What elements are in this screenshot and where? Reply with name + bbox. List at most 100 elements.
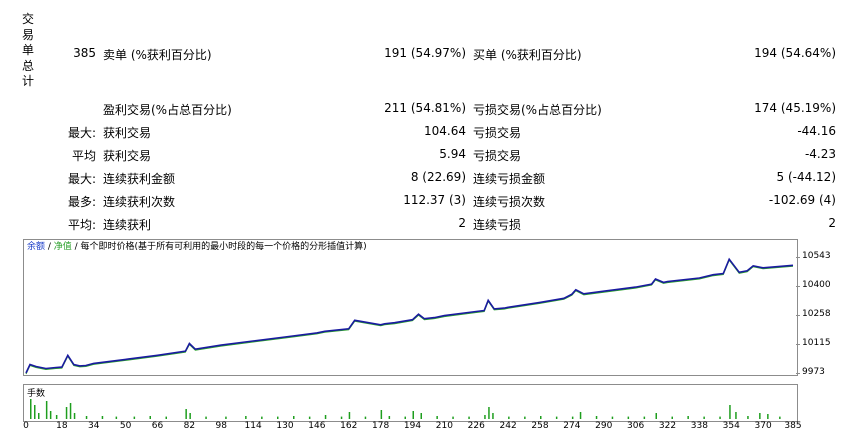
volume-bar	[277, 416, 279, 419]
sidebar-char: 总	[22, 58, 35, 73]
y-axis-tick	[796, 315, 800, 316]
y-axis-tick	[796, 344, 800, 346]
stat-row-value: -44.16	[797, 124, 836, 138]
x-axis-label: 322	[658, 421, 677, 431]
volume-bar	[245, 416, 247, 419]
volume-bar	[468, 416, 470, 419]
y-axis-label: 10400	[802, 280, 831, 291]
stat-row-value: 112.37 (3)	[403, 193, 466, 207]
volume-bar	[293, 416, 295, 419]
stat-row-value: 5.94	[439, 147, 466, 161]
volume-bar	[45, 401, 48, 419]
x-axis-label: 130	[276, 421, 294, 431]
volume-bar	[189, 413, 191, 419]
volume-bar	[719, 416, 721, 419]
stat-row-label: 连续获利金额	[103, 172, 176, 186]
volume-bar	[488, 407, 490, 419]
stat-row-value: 104.64	[424, 124, 466, 138]
x-axis-label: 258	[531, 421, 549, 431]
balance-chart: 余额 / 净值 / 每个即时价格(基于所有可利用的最小时段的每一个价格的分形插值…	[23, 239, 798, 376]
y-axis-label: 9973	[802, 367, 825, 377]
volume-bar	[492, 413, 494, 419]
x-axis-label: 354	[722, 421, 740, 431]
x-axis-label: 34	[88, 421, 100, 431]
volume-bar	[579, 412, 582, 419]
volume-bar	[595, 416, 598, 419]
x-axis-label: 338	[690, 421, 708, 431]
x-axis-label: 194	[403, 421, 422, 431]
volume-bar	[133, 416, 136, 419]
stat-row-label: 获利交易	[103, 149, 152, 163]
volume-bar	[115, 416, 118, 419]
sidebar-char: 易	[22, 27, 35, 42]
x-axis-label: 274	[563, 421, 581, 431]
sidebar-char: 计	[22, 74, 35, 88]
stat-row-prefix: 平均:	[67, 218, 96, 232]
loss-trades-label: 亏损交易(%占总百分比)	[473, 103, 602, 117]
volume-bar	[205, 416, 207, 419]
volume-bar	[261, 416, 263, 419]
volume-bar	[101, 416, 104, 419]
volume-bar	[30, 399, 32, 419]
volume-bar	[38, 413, 40, 419]
stat-row-value: 5 (-44.12)	[776, 170, 837, 184]
volume-bar	[627, 416, 630, 419]
volume-bar	[165, 416, 167, 419]
volume-bar	[436, 416, 438, 419]
volume-chart-plot	[30, 399, 781, 419]
stat-row-prefix: 最多:	[67, 195, 96, 209]
x-axis-label: 162	[340, 421, 358, 431]
stat-row-label: 亏损交易	[473, 149, 522, 163]
volume-bar	[643, 416, 646, 419]
volume-bar	[149, 416, 151, 419]
volume-bar	[324, 415, 327, 419]
volume-bar	[555, 416, 558, 419]
stat-row-label: 亏损交易	[473, 126, 522, 140]
stat-row-value: -4.23	[804, 147, 836, 161]
volume-bar	[524, 416, 526, 419]
stat-row-prefix: 平均	[71, 149, 96, 163]
long-positions-label: 买单 (%获利百分比)	[473, 48, 582, 62]
y-axis-tick	[796, 286, 800, 288]
volume-bar	[225, 416, 227, 419]
volume-bar	[759, 413, 761, 419]
y-axis-tick	[796, 257, 800, 258]
volume-bar	[767, 414, 769, 419]
volume-bar	[611, 416, 614, 419]
profit-trades-label: 盈利交易(%占总百分比)	[103, 103, 232, 117]
loss-trades-value: 174 (45.19%)	[754, 101, 836, 115]
x-axis-label: 146	[308, 421, 326, 431]
volume-bar	[364, 416, 367, 419]
volume-bar	[49, 411, 52, 419]
y-axis-label: 10115	[802, 338, 831, 349]
volume-bar	[687, 416, 689, 419]
volume-bar	[348, 412, 351, 419]
stat-row-label: 连续亏损次数	[473, 195, 546, 209]
total-trades-value: 385	[73, 46, 96, 60]
x-axis-label: 114	[244, 421, 262, 431]
x-axis-label: 50	[119, 421, 132, 431]
volume-bar	[420, 413, 422, 419]
volume-bar	[185, 409, 187, 419]
x-axis-label: 98	[215, 421, 227, 431]
x-axis-label: 82	[183, 421, 196, 431]
x-axis-label: 226	[467, 421, 485, 431]
volume-bar	[55, 415, 58, 419]
x-axis-label: 178	[372, 421, 390, 431]
stat-row-value: -102.69 (4)	[768, 193, 836, 207]
volume-bar	[735, 412, 737, 419]
x-axis-label: 385	[784, 421, 802, 431]
balance-line	[25, 257, 794, 374]
volume-bar	[671, 416, 673, 419]
stat-row-label: 获利交易	[103, 126, 152, 140]
volume-bar	[747, 416, 749, 419]
y-axis-tick	[796, 373, 800, 374]
x-axis-label: 0	[23, 421, 29, 431]
stat-row-label: 连续获利次数	[103, 195, 176, 209]
volume-bar	[703, 416, 705, 419]
sidebar-char: 交	[22, 12, 35, 26]
volume-chart: 手数	[23, 384, 798, 422]
volume-bar	[85, 416, 88, 419]
stat-row-prefix: 最大:	[67, 172, 96, 186]
stat-row-label: 连续亏损	[473, 218, 522, 232]
